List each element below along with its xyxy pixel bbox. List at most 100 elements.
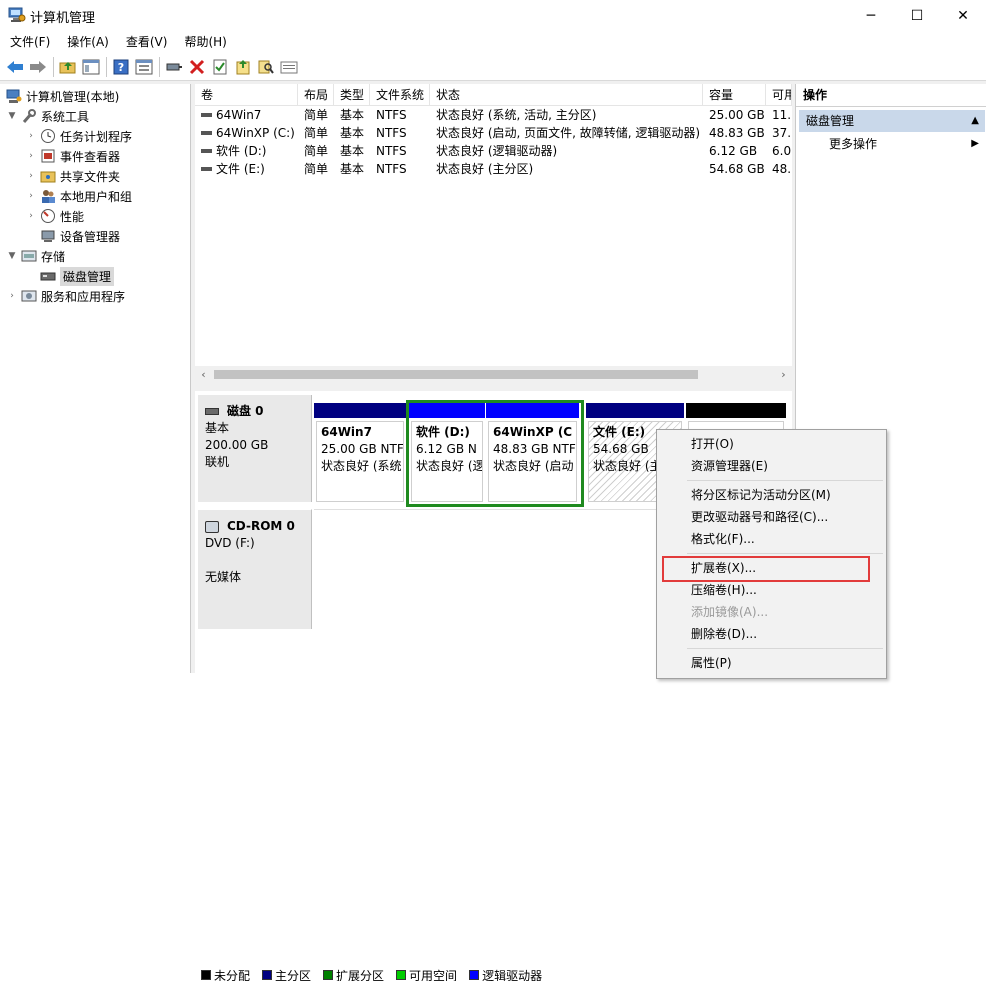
tree-item-event-viewer[interactable]: › 事件查看器 [25,146,120,166]
expand-chevron-icon[interactable]: › [6,291,18,301]
performance-icon [41,209,55,223]
volume-free: 11. [772,108,792,122]
scroll-left-icon[interactable]: ‹ [195,366,212,383]
volume-free: 37. [772,126,792,140]
tree-label: 磁盘管理 [60,266,115,286]
column-header-status[interactable]: 状态 [430,84,703,106]
menu-item-properties[interactable]: 属性(P) [657,652,886,674]
scroll-thumb[interactable] [214,370,698,379]
show-tree-button[interactable] [80,56,102,78]
help-button[interactable]: ? [110,56,132,78]
tree-item-performance[interactable]: › 性能 [25,206,84,226]
tree-item-task-scheduler[interactable]: › 任务计划程序 [25,126,132,146]
list-view-button[interactable] [278,56,300,78]
volume-type: 基本 [340,126,365,140]
volume-name: 文件 (E:) [216,162,265,176]
disk0-info[interactable]: 磁盘 0 基本 200.00 GB 联机 [198,395,312,502]
menu-item-format[interactable]: 格式化(F)... [657,528,886,550]
horizontal-scrollbar[interactable]: ‹ › [195,366,792,383]
collapse-chevron-icon[interactable]: ▼ [6,251,18,261]
volume-capacity: 6.12 GB [709,144,758,158]
menu-file[interactable]: 文件(F) [0,31,57,53]
column-header-type[interactable]: 类型 [334,84,370,106]
partition-64win7[interactable]: 64Win7 25.00 GB NTF 状态良好 (系统 [314,403,406,504]
column-header-filesystem[interactable]: 文件系统 [370,84,430,106]
tree-label: 性能 [60,209,85,224]
scroll-right-icon[interactable]: › [775,366,792,383]
actions-section-disk-management[interactable]: 磁盘管理 ▲ [799,110,985,132]
collapse-chevron-icon[interactable]: ▼ [6,111,18,121]
back-button[interactable] [4,56,26,78]
search-button[interactable] [255,56,277,78]
minimize-button[interactable]: ─ [848,0,894,31]
legend-swatch [469,970,480,980]
table-row[interactable]: 64WinXP (C:) 简单 基本 NTFS 状态良好 (启动, 页面文件, … [195,124,792,142]
menu-action[interactable]: 操作(A) [57,31,116,53]
legend-item: 未分配 [201,969,250,981]
tree-item-services[interactable]: › 服务和应用程序 [6,286,125,306]
tree-item-root[interactable]: 计算机管理(本地) [6,86,119,106]
legend: 未分配 主分区 扩展分区 可用空间 逻辑驱动器 [201,969,550,981]
tree-item-local-users[interactable]: › 本地用户和组 [25,186,132,206]
cdrom0-name: CD-ROM 0 [227,519,295,533]
menu-bar: 文件(F) 操作(A) 查看(V) 帮助(H) [0,31,986,53]
menu-item-change-drive-letter[interactable]: 更改驱动器号和路径(C)... [657,506,886,528]
menu-item-explorer[interactable]: 资源管理器(E) [657,455,886,477]
help-icon: ? [113,59,129,74]
tree-item-system-tools[interactable]: ▼ 系统工具 [6,106,89,126]
up-folder-icon [59,61,76,73]
check-button[interactable] [209,56,231,78]
legend-item: 可用空间 [396,969,457,981]
submenu-arrow-icon: ▶ [971,138,979,149]
expand-chevron-icon[interactable]: › [25,191,37,201]
table-row[interactable]: 64Win7 简单 基本 NTFS 状态良好 (系统, 活动, 主分区) 25.… [195,106,792,124]
menu-help[interactable]: 帮助(H) [174,31,233,53]
table-row[interactable]: 文件 (E:) 简单 基本 NTFS 状态良好 (主分区) 54.68 GB 4… [195,160,792,178]
tree-item-storage[interactable]: ▼ 存储 [6,246,65,266]
legend-label: 逻辑驱动器 [482,969,543,981]
properties-button[interactable] [133,56,155,78]
close-button[interactable]: ✕ [940,0,986,31]
up-folder-button[interactable] [57,56,79,78]
more-actions-item[interactable]: 更多操作 ▶ [799,134,985,154]
column-header-capacity[interactable]: 容量 [703,84,766,106]
maximize-icon: ☐ [910,7,924,24]
collapse-up-icon[interactable]: ▲ [971,110,979,132]
menu-view[interactable]: 查看(V) [116,31,175,53]
column-header-free[interactable]: 可用 [766,84,792,106]
menu-item-mark-active[interactable]: 将分区标记为活动分区(M) [657,484,886,506]
legend-swatch [396,970,407,980]
expand-chevron-icon[interactable]: › [25,211,37,221]
wizard-button[interactable] [232,56,254,78]
legend-swatch [262,970,273,980]
connect-button[interactable] [163,56,185,78]
pane-splitter[interactable] [195,383,792,391]
menu-item-open[interactable]: 打开(O) [657,433,886,455]
volume-status: 状态良好 (系统, 活动, 主分区) [436,108,597,122]
cdrom0-info[interactable]: CD-ROM 0 DVD (F:) 无媒体 [198,509,312,629]
tree-item-shared-folders[interactable]: › 共享文件夹 [25,166,120,186]
disk-icon [205,408,219,415]
context-menu: 打开(O) 资源管理器(E) 将分区标记为活动分区(M) 更改驱动器号和路径(C… [656,429,887,679]
expand-chevron-icon[interactable]: › [25,151,37,161]
forward-button[interactable] [27,56,49,78]
tree-item-device-manager[interactable]: 设备管理器 [25,226,120,246]
menu-item-shrink-volume[interactable]: 压缩卷(H)... [657,579,886,601]
legend-label: 可用空间 [409,969,458,981]
show-tree-icon [82,59,100,74]
volume-capacity: 48.83 GB [709,126,765,140]
column-header-layout[interactable]: 布局 [298,84,334,106]
cdrom0-media: 无媒体 [205,570,242,584]
expand-chevron-icon[interactable]: › [25,171,37,181]
menu-item-delete-volume[interactable]: 删除卷(D)... [657,623,886,645]
table-row[interactable]: 软件 (D:) 简单 基本 NTFS 状态良好 (逻辑驱动器) 6.12 GB … [195,142,792,160]
volume-list-header: 卷 布局 类型 文件系统 状态 容量 可用 [195,84,792,106]
column-header-volume[interactable]: 卷 [195,84,298,106]
legend-item: 扩展分区 [323,969,384,981]
expand-chevron-icon[interactable]: › [25,131,37,141]
delete-button[interactable] [186,56,208,78]
tools-icon [22,109,36,123]
tree-item-disk-management[interactable]: 磁盘管理 [25,266,115,286]
tree-label: 服务和应用程序 [41,289,126,304]
maximize-button[interactable]: ☐ [894,0,940,31]
